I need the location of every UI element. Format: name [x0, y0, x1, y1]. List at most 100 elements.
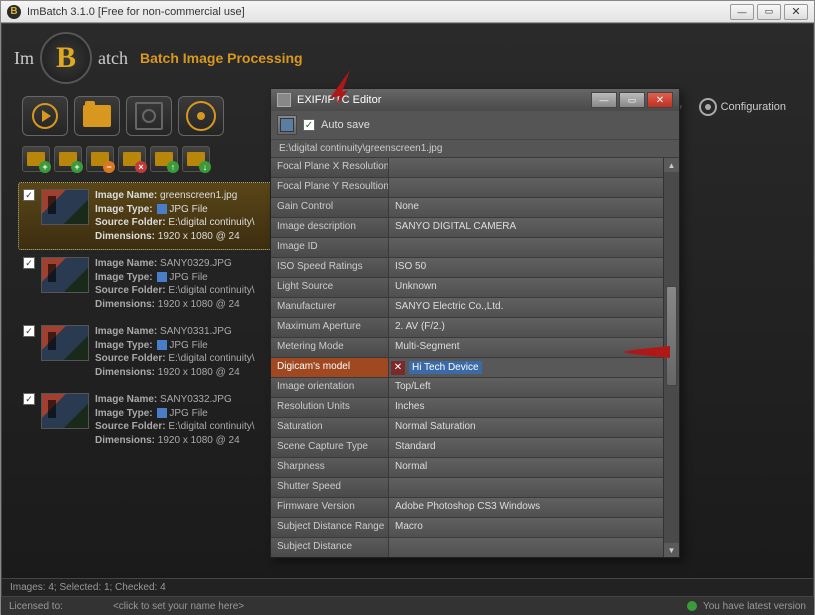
license-bar: Licensed to: <click to set your name her…	[1, 597, 814, 615]
exif-field-value[interactable]: Macro	[389, 518, 679, 537]
exif-field-value[interactable]	[389, 238, 679, 257]
exif-row[interactable]: Maximum Aperture2. AV (F/2.)	[271, 318, 679, 338]
exif-field-value[interactable]: Normal Saturation	[389, 418, 679, 437]
exif-field-label: Resolution Units	[271, 398, 389, 417]
open-folder-button[interactable]	[74, 96, 120, 136]
exif-field-label: Digicam's model	[271, 358, 389, 377]
scroll-thumb[interactable]	[666, 286, 677, 386]
dialog-minimize-button[interactable]: —	[591, 92, 617, 108]
move-up-button[interactable]: ↑	[150, 146, 178, 172]
exif-editor-dialog: EXIF/IPTC Editor — ▭ ✕ ✓ Auto save E:\di…	[270, 88, 680, 558]
scroll-down-arrow[interactable]: ▼	[664, 543, 679, 557]
exif-field-label: Image description	[271, 218, 389, 237]
remove-button[interactable]: −	[86, 146, 114, 172]
preview-button[interactable]	[178, 96, 224, 136]
play-icon	[32, 103, 58, 129]
dialog-maximize-button[interactable]: ▭	[619, 92, 645, 108]
version-status: You have latest version	[703, 601, 806, 612]
dialog-close-button[interactable]: ✕	[647, 92, 673, 108]
status-dot-icon	[687, 601, 697, 611]
exif-field-value[interactable]: SANYO Electric Co.,Ltd.	[389, 298, 679, 317]
exif-field-value[interactable]: Unknown	[389, 278, 679, 297]
exif-row[interactable]: SaturationNormal Saturation	[271, 418, 679, 438]
file-thumbnail	[41, 257, 89, 293]
exif-field-value[interactable]: Standard	[389, 438, 679, 457]
exif-row[interactable]: Shutter Speed	[271, 478, 679, 498]
app-icon: B	[7, 5, 21, 19]
plus-icon: +	[71, 161, 83, 173]
save-button[interactable]	[126, 96, 172, 136]
exif-row[interactable]: ISO Speed RatingsISO 50	[271, 258, 679, 278]
exif-row[interactable]: Metering ModeMulti-Segment	[271, 338, 679, 358]
exif-field-label: Sharpness	[271, 458, 389, 477]
autosave-label: Auto save	[321, 119, 370, 131]
exif-row[interactable]: Subject Distance RangeMacro	[271, 518, 679, 538]
exif-field-value[interactable]: ISO 50	[389, 258, 679, 277]
exif-row[interactable]: Subject Distance	[271, 538, 679, 557]
exif-field-value[interactable]: Top/Left	[389, 378, 679, 397]
exif-row[interactable]: Image ID	[271, 238, 679, 258]
annotation-arrow-icon	[622, 340, 672, 364]
file-checkbox[interactable]: ✓	[23, 325, 35, 337]
dialog-save-button[interactable]	[277, 115, 297, 135]
up-icon: ↑	[167, 161, 179, 173]
file-item[interactable]: ✓Image Name: SANY0329.JPGImage Type: JPG…	[18, 250, 276, 318]
configuration-button[interactable]: Configuration	[688, 92, 797, 122]
exif-row[interactable]: Image descriptionSANYO DIGITAL CAMERA	[271, 218, 679, 238]
window-title: ImBatch 3.1.0 [Free for non-commercial u…	[27, 6, 245, 18]
exif-row[interactable]: ManufacturerSANYO Electric Co.,Ltd.	[271, 298, 679, 318]
exif-row[interactable]: Gain ControlNone	[271, 198, 679, 218]
exif-field-label: Manufacturer	[271, 298, 389, 317]
file-checkbox[interactable]: ✓	[23, 393, 35, 405]
exif-row[interactable]: Image orientationTop/Left	[271, 378, 679, 398]
exif-field-value[interactable]	[389, 538, 679, 557]
exif-row[interactable]: Scene Capture TypeStandard	[271, 438, 679, 458]
exif-field-value[interactable]: Inches	[389, 398, 679, 417]
edit-input[interactable]: Hi Tech Device	[409, 361, 482, 374]
autosave-checkbox[interactable]: ✓	[303, 119, 315, 131]
file-checkbox[interactable]: ✓	[23, 257, 35, 269]
logo-subtitle: Batch Image Processing	[140, 50, 303, 66]
exif-field-label: Focal Plane X Resolution	[271, 158, 389, 177]
add-files-button[interactable]: +	[22, 146, 50, 172]
exif-field-label: Light Source	[271, 278, 389, 297]
exif-field-value[interactable]: SANYO DIGITAL CAMERA	[389, 218, 679, 237]
down-icon: ↓	[199, 161, 211, 173]
file-info: Image Name: SANY0331.JPGImage Type: JPG …	[95, 325, 255, 379]
close-button[interactable]: ✕	[784, 4, 808, 20]
exif-row[interactable]: Focal Plane X Resolution	[271, 158, 679, 178]
dialog-icon	[277, 93, 291, 107]
exif-row[interactable]: Focal Plane Y Resoultion	[271, 178, 679, 198]
move-down-button[interactable]: ↓	[182, 146, 210, 172]
add-folder-button[interactable]: +	[54, 146, 82, 172]
exif-field-value[interactable]: Normal	[389, 458, 679, 477]
plus-icon: +	[39, 161, 51, 173]
exif-row[interactable]: Digicam's model✕ Hi Tech Device	[271, 358, 679, 378]
exif-field-value[interactable]: None	[389, 198, 679, 217]
scroll-up-arrow[interactable]: ▲	[664, 158, 679, 172]
exif-field-label: Shutter Speed	[271, 478, 389, 497]
exif-field-value[interactable]	[389, 158, 679, 177]
exif-row[interactable]: SharpnessNormal	[271, 458, 679, 478]
file-item[interactable]: ✓Image Name: SANY0332.JPGImage Type: JPG…	[18, 386, 276, 454]
exif-field-value[interactable]	[389, 478, 679, 497]
exif-row[interactable]: Light SourceUnknown	[271, 278, 679, 298]
clear-field-button[interactable]: ✕	[391, 361, 405, 375]
licensed-to-label: Licensed to:	[9, 601, 63, 612]
exif-field-value[interactable]	[389, 178, 679, 197]
file-item[interactable]: ✓Image Name: greenscreen1.jpgImage Type:…	[18, 182, 276, 250]
window-titlebar[interactable]: B ImBatch 3.1.0 [Free for non-commercial…	[1, 1, 814, 23]
exif-field-value[interactable]: Adobe Photoshop CS3 Windows	[389, 498, 679, 517]
exif-row[interactable]: Resolution UnitsInches	[271, 398, 679, 418]
file-item[interactable]: ✓ Image Name: SANY0331.JPGImage Type: JPG…	[18, 318, 276, 386]
exif-row[interactable]: Firmware VersionAdobe Photoshop CS3 Wind…	[271, 498, 679, 518]
minimize-button[interactable]: —	[730, 4, 754, 20]
file-checkbox[interactable]: ✓	[23, 189, 35, 201]
window-controls: — ▭ ✕	[730, 4, 808, 20]
exif-field-label: Subject Distance	[271, 538, 389, 557]
run-button[interactable]	[22, 96, 68, 136]
exif-field-value[interactable]: 2. AV (F/2.)	[389, 318, 679, 337]
maximize-button[interactable]: ▭	[757, 4, 781, 20]
license-name-hint[interactable]: <click to set your name here>	[113, 601, 244, 612]
clear-button[interactable]: ×	[118, 146, 146, 172]
